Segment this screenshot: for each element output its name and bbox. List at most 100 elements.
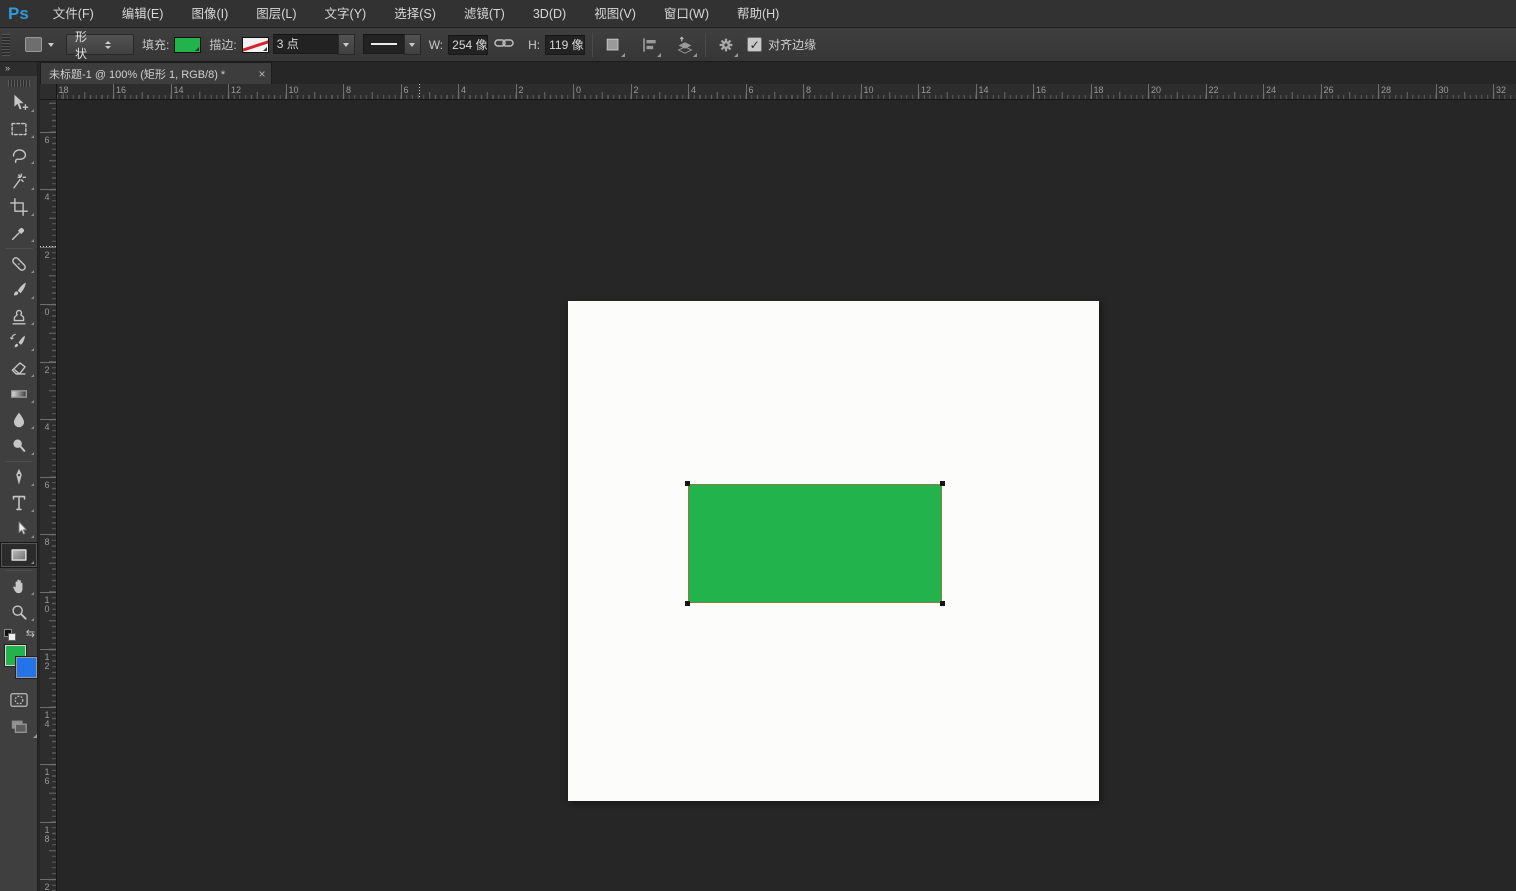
ruler-major-tick xyxy=(573,84,574,100)
gradient-tool[interactable] xyxy=(0,381,38,407)
ruler-major-tick xyxy=(1493,84,1494,100)
screen-mode-button[interactable] xyxy=(0,713,38,739)
align-edges-checkbox[interactable]: ✓ xyxy=(747,37,762,52)
stroke-style-preview[interactable] xyxy=(363,34,404,54)
stroke-style-dropdown-button[interactable] xyxy=(404,34,421,55)
shape-width-input[interactable]: 254 像素 xyxy=(448,35,488,55)
rectangle-shape[interactable] xyxy=(688,484,942,603)
menu-item-2[interactable]: 图像(I) xyxy=(177,7,242,21)
shape-settings-gear-button[interactable] xyxy=(713,32,739,58)
menu-item-6[interactable]: 滤镜(T) xyxy=(450,7,519,21)
shape-anchor-handle[interactable] xyxy=(685,481,690,486)
dodge-tool[interactable] xyxy=(0,433,38,459)
stroke-label: 描边: xyxy=(209,36,236,53)
menu-items: 文件(F)编辑(E)图像(I)图层(L)文字(Y)选择(S)滤镜(T)3D(D)… xyxy=(39,0,794,28)
ruler-label: 8 xyxy=(806,85,811,95)
ruler-label: 20 xyxy=(1151,85,1161,95)
menu-item-5[interactable]: 选择(S) xyxy=(380,7,450,21)
canvas-area[interactable] xyxy=(57,100,1516,891)
stroke-color-swatch[interactable] xyxy=(242,37,269,53)
ruler-major-tick xyxy=(40,132,57,133)
menu-item-8[interactable]: 视图(V) xyxy=(580,7,650,21)
clone-stamp-tool[interactable] xyxy=(0,303,38,329)
ruler-major-tick xyxy=(1263,84,1264,100)
swap-colors-icon[interactable]: ⇆ xyxy=(26,627,35,640)
hand-tool[interactable] xyxy=(0,573,38,599)
type-tool[interactable] xyxy=(0,490,38,516)
menu-item-4[interactable]: 文字(Y) xyxy=(311,7,381,21)
document-tab[interactable]: 未标题-1 @ 100% (矩形 1, RGB/8) * × xyxy=(40,62,272,84)
ruler-major-tick xyxy=(1436,84,1437,100)
ruler-label: 8 xyxy=(42,537,51,546)
panel-grip[interactable] xyxy=(8,80,30,87)
horizontal-ruler[interactable]: 1816141210864202468101214161820222426283… xyxy=(57,84,1516,100)
fill-label: 填充: xyxy=(142,36,169,53)
path-alignment-button[interactable] xyxy=(636,32,662,58)
rectangular-marquee-tool[interactable] xyxy=(0,116,38,142)
shape-anchor-handle[interactable] xyxy=(685,601,690,606)
lasso-tool[interactable] xyxy=(0,142,38,168)
ruler-label: 30 xyxy=(1439,85,1449,95)
separator xyxy=(705,33,706,57)
magic-wand-tool[interactable] xyxy=(0,168,38,194)
options-bar-grip[interactable] xyxy=(2,34,10,56)
fill-color-swatch[interactable] xyxy=(174,37,201,53)
ruler-corner[interactable] xyxy=(40,84,57,100)
document-canvas[interactable] xyxy=(568,301,1099,801)
height-label: H: xyxy=(528,38,540,52)
zoom-tool[interactable] xyxy=(0,599,38,625)
ruler-major-tick xyxy=(40,592,57,593)
menu-item-9[interactable]: 窗口(W) xyxy=(650,7,723,21)
shape-anchor-handle[interactable] xyxy=(940,481,945,486)
shape-anchor-handle[interactable] xyxy=(940,601,945,606)
path-operations-button[interactable] xyxy=(600,32,626,58)
ruler-label: 20 xyxy=(42,882,51,891)
ruler-label: 10 xyxy=(289,85,299,95)
blur-tool[interactable] xyxy=(0,407,38,433)
ruler-major-tick xyxy=(1321,84,1322,100)
menu-item-0[interactable]: 文件(F) xyxy=(39,7,108,21)
history-brush-tool[interactable] xyxy=(0,329,38,355)
move-tool[interactable] xyxy=(0,90,38,116)
menu-item-3[interactable]: 图层(L) xyxy=(242,7,310,21)
shape-height-input[interactable]: 119 像素 xyxy=(545,35,585,55)
solid-line-icon xyxy=(371,43,397,45)
quick-mask-mode-button[interactable] xyxy=(0,687,38,713)
path-selection-tool[interactable] xyxy=(0,516,38,542)
ruler-label: 12 xyxy=(921,85,931,95)
stroke-width-value[interactable]: 3 点 xyxy=(273,34,338,54)
stroke-style-combo[interactable] xyxy=(363,34,421,55)
ruler-major-tick xyxy=(343,84,344,100)
eraser-tool[interactable] xyxy=(0,355,38,381)
path-arrangement-button[interactable] xyxy=(672,32,698,58)
rectangle-tool-preview-icon xyxy=(25,37,42,52)
ruler-label: 16 xyxy=(42,767,51,785)
collapse-panel-button[interactable]: » xyxy=(0,62,37,76)
crop-tool[interactable] xyxy=(0,194,38,220)
shape-mode-select[interactable]: 形状 xyxy=(66,34,134,55)
photoshop-window: { "app": { "logo": "Ps" }, "menu": { "it… xyxy=(0,0,1516,891)
menu-item-10[interactable]: 帮助(H) xyxy=(723,7,793,21)
menu-item-1[interactable]: 编辑(E) xyxy=(108,7,178,21)
align-edges-label: 对齐边缘 xyxy=(768,36,816,53)
spot-healing-brush-tool[interactable] xyxy=(0,251,38,277)
eyedropper-tool[interactable] xyxy=(0,220,38,246)
brush-tool[interactable] xyxy=(0,277,38,303)
link-dimensions-icon[interactable] xyxy=(494,37,514,52)
ruler-label: 14 xyxy=(42,710,51,728)
pen-tool[interactable] xyxy=(0,464,38,490)
rectangle-tool[interactable] xyxy=(0,542,38,568)
ruler-label: 12 xyxy=(231,85,241,95)
chevron-down-icon xyxy=(657,53,661,57)
menu-item-7[interactable]: 3D(D) xyxy=(519,7,580,21)
stroke-width-combo[interactable]: 3 点 xyxy=(273,34,355,55)
tool-preset-picker[interactable] xyxy=(22,33,56,57)
vertical-ruler[interactable]: 64202468101214161820 xyxy=(40,100,57,891)
background-color-swatch[interactable] xyxy=(16,657,37,678)
ruler-label: 8 xyxy=(346,85,351,95)
ruler-label: 18 xyxy=(42,825,51,843)
separator xyxy=(5,461,33,462)
stroke-width-dropdown-button[interactable] xyxy=(338,34,355,55)
default-colors-icon[interactable] xyxy=(4,629,18,642)
close-tab-icon[interactable]: × xyxy=(253,67,271,81)
